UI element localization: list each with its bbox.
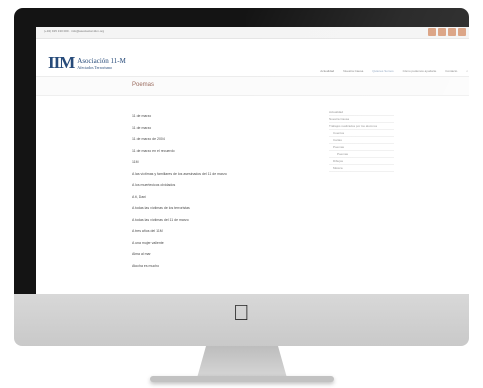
twitter-icon[interactable] — [438, 28, 446, 36]
poem-link[interactable]: 11 de marzo — [132, 123, 227, 135]
main-nav: Actualidad Nuestra Causa Quiénes Somos C… — [320, 69, 468, 73]
contact-info: (+34) 915 130 000 · info@asociacion11m.o… — [44, 29, 105, 33]
site-logo[interactable]: IIM Asociación 11-M Afectados Terrorismo — [48, 54, 126, 71]
poem-link[interactable]: A tres años del 11M — [132, 226, 227, 238]
imac-screen-bezel: (+34) 915 130 000 · info@asociacion11m.o… — [14, 8, 469, 294]
poem-link[interactable]: A los muertecicos olvidados — [132, 180, 227, 192]
search-icon[interactable]: ⌕ — [466, 69, 468, 73]
poem-link[interactable]: 11M — [132, 157, 227, 169]
poem-list: 11 de marzo 11 de marzo 11 de marzo de 2… — [132, 111, 227, 272]
sidebar-item-dibujos[interactable]: Dibujos — [329, 158, 394, 165]
poem-link[interactable]: A una mujer valiente — [132, 238, 227, 250]
nav-nuestra-causa[interactable]: Nuestra Causa — [343, 69, 363, 73]
page-title: Poemas — [132, 82, 155, 88]
site-header: IIM Asociación 11-M Afectados Terrorismo… — [36, 38, 469, 77]
poem-link[interactable]: 11 de marzo de 2004 — [132, 134, 227, 146]
nav-como-ayudarte[interactable]: Cómo podemos ayudarte — [403, 69, 437, 73]
logo-mark: IIM — [48, 53, 75, 72]
poem-link[interactable]: A las víctimas y familiares de los asesi… — [132, 169, 227, 181]
sidebar-item-nuestra-causa[interactable]: Nuestra Causa — [329, 116, 394, 123]
sidebar-item-cartas[interactable]: Cartas — [329, 137, 394, 144]
imac-stand — [197, 346, 287, 378]
website-screen: (+34) 915 130 000 · info@asociacion11m.o… — [36, 27, 469, 294]
poem-link[interactable]: Atocha es mucho — [132, 261, 227, 273]
sidebar-item-musica[interactable]: Música — [329, 165, 394, 172]
youtube-icon[interactable] — [448, 28, 456, 36]
poem-link[interactable]: 11 de marzo — [132, 111, 227, 123]
nav-quienes-somos[interactable]: Quiénes Somos — [372, 69, 393, 73]
sidebar-menu: Actualidad Nuestra Causa Trabajos realiz… — [329, 109, 394, 172]
sidebar-item-trabajos[interactable]: Trabajos realizados por los alumnos — [329, 123, 394, 130]
poem-link[interactable]: A todas las víctimas del 11 de marzo — [132, 215, 227, 227]
nav-contacto[interactable]: Contacto — [445, 69, 457, 73]
rss-icon[interactable] — [458, 28, 466, 36]
poem-link[interactable]: 11 de marzo en el recuerdo — [132, 146, 227, 158]
logo-text: Asociación 11-M Afectados Terrorismo — [77, 57, 126, 71]
sidebar-item-cuentos[interactable]: Cuentos — [329, 130, 394, 137]
sidebar-item-poemas-sub[interactable]: Poemas — [329, 151, 394, 158]
sidebar-item-poemas[interactable]: Poemas — [329, 144, 394, 151]
social-links — [428, 28, 466, 36]
poem-link[interactable]: Alma al mar — [132, 249, 227, 261]
page-title-bar: Poemas — [36, 77, 469, 96]
poem-link[interactable]: A ti, Dani — [132, 192, 227, 204]
apple-logo-icon:  — [233, 300, 250, 326]
nav-actualidad[interactable]: Actualidad — [320, 69, 334, 73]
imac-stand-base — [150, 376, 334, 382]
facebook-icon[interactable] — [428, 28, 436, 36]
poem-link[interactable]: A todas las víctimas de los terroristas — [132, 203, 227, 215]
sidebar-item-actualidad[interactable]: Actualidad — [329, 109, 394, 116]
